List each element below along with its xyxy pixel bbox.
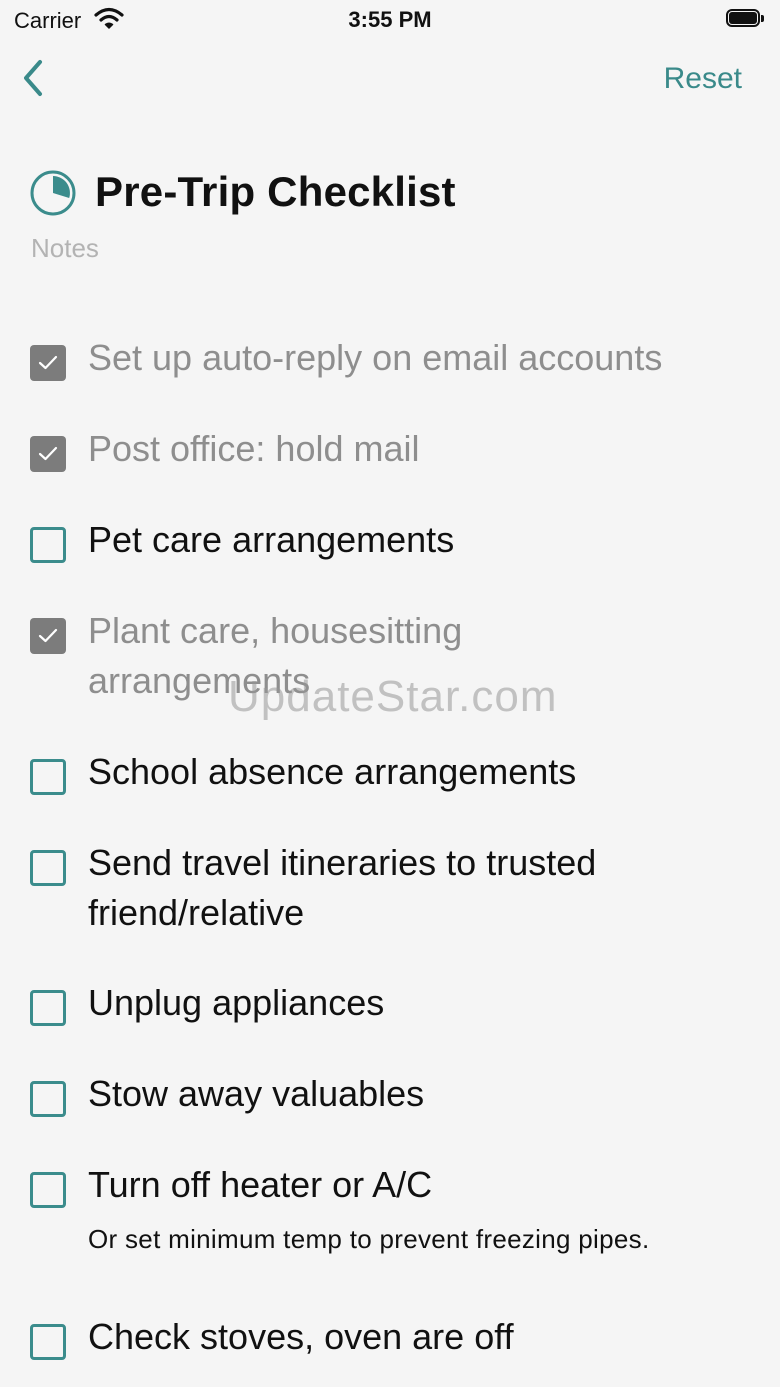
item-label: Set up auto-reply on email accounts: [88, 337, 663, 378]
status-bar: Carrier 3:55 PM: [0, 0, 780, 40]
unchecked-checkbox-icon[interactable]: [30, 850, 66, 886]
item-label: Send travel itineraries to trusted frien…: [88, 842, 597, 933]
item-label: Stow away valuables: [88, 1073, 425, 1114]
item-label: Unplug appliances: [88, 982, 385, 1023]
unchecked-checkbox-icon[interactable]: [30, 527, 66, 563]
item-label: Post office: hold mail: [88, 428, 420, 469]
battery-icon: [726, 9, 766, 29]
status-time: 3:55 PM: [348, 7, 432, 32]
checked-checkbox-icon[interactable]: [30, 345, 66, 381]
reset-button[interactable]: Reset: [664, 62, 742, 96]
notes-field[interactable]: Notes: [31, 233, 99, 264]
checked-checkbox-icon[interactable]: [30, 618, 66, 654]
unchecked-checkbox-icon[interactable]: [30, 1172, 66, 1208]
item-note: Or set minimum temp to prevent freezing …: [88, 1224, 650, 1254]
progress-pie-icon: [28, 168, 78, 223]
page-title: Pre-Trip Checklist: [95, 168, 456, 215]
unchecked-checkbox-icon[interactable]: [30, 1081, 66, 1117]
item-label: Turn off heater or A/C: [88, 1164, 433, 1205]
unchecked-checkbox-icon[interactable]: [30, 1324, 66, 1360]
item-label: School absence arrangements: [88, 751, 577, 792]
navigation-bar: Reset: [0, 56, 780, 106]
chevron-left-icon: [24, 60, 42, 96]
item-label: Pet care arrangements: [88, 519, 455, 560]
item-label: Check stoves, oven are off: [88, 1316, 514, 1357]
watermark: UpdateStar.com: [228, 672, 558, 721]
checked-checkbox-icon[interactable]: [30, 436, 66, 472]
unchecked-checkbox-icon[interactable]: [30, 990, 66, 1026]
unchecked-checkbox-icon[interactable]: [30, 759, 66, 795]
back-button[interactable]: [18, 56, 58, 102]
